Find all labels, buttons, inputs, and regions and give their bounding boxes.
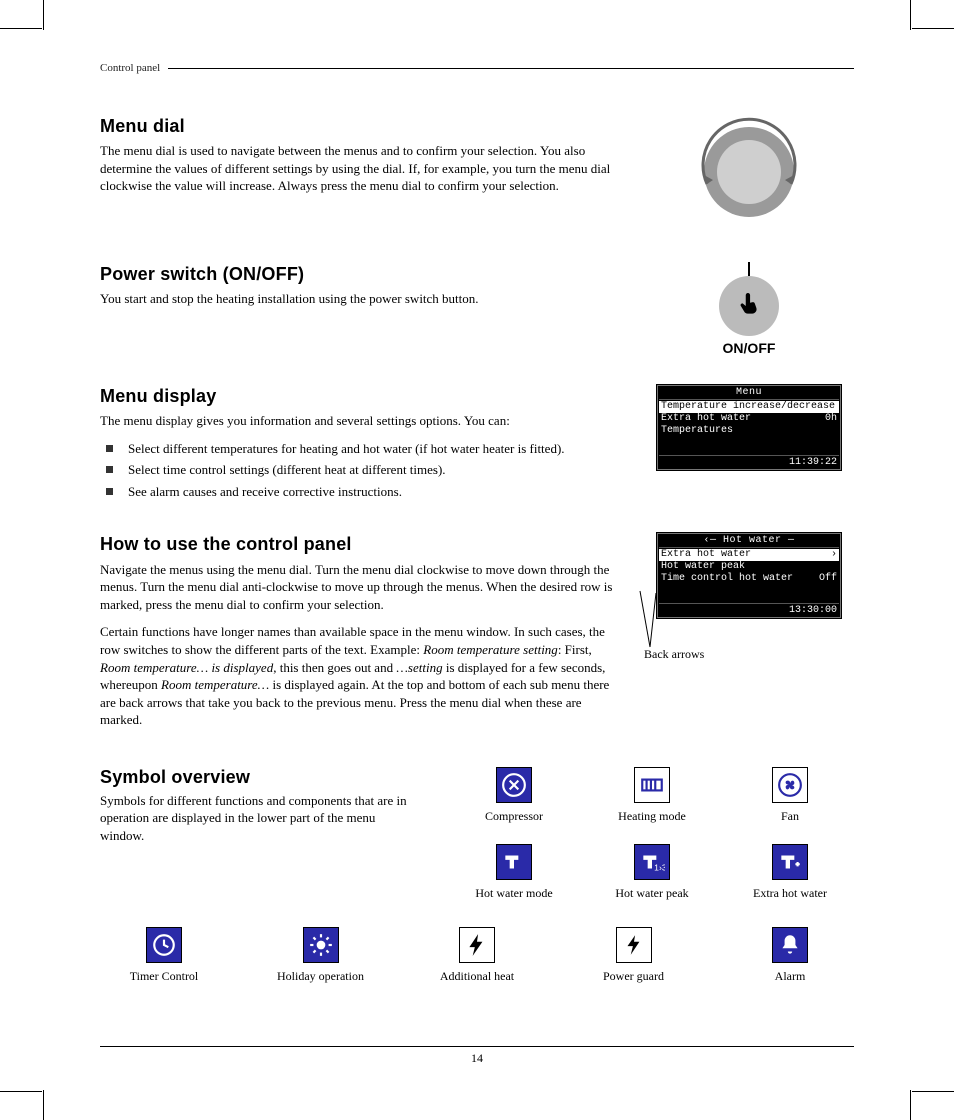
howto-p1: Navigate the menus using the menu dial. … [100, 561, 614, 614]
crop-mark [0, 28, 42, 29]
symbol-hot-water-peak: 1›3 Hot water peak [588, 844, 716, 901]
bell-icon [772, 927, 808, 963]
body-power-switch: You start and stop the heating installat… [100, 290, 614, 308]
touch-icon [736, 293, 762, 319]
heading-how-to: How to use the control panel [100, 532, 614, 556]
symbol-extra-hot-water: Extra hot water [726, 844, 854, 901]
tap-peak-icon: 1›3 [634, 844, 670, 880]
section-menu-display: Menu display The menu display gives you … [100, 384, 854, 504]
lcd-hotwater: ‹— Hot water — Extra hot water› Hot wate… [656, 532, 842, 619]
tap-icon [496, 844, 532, 880]
crop-mark [910, 0, 911, 30]
clock-icon [146, 927, 182, 963]
heading-menu-display: Menu display [100, 384, 614, 408]
lcd-title: Menu [659, 387, 839, 400]
onoff-label: ON/OFF [644, 340, 854, 356]
section-menu-dial: Menu dial The menu dial is used to navig… [100, 114, 854, 234]
menu-dial-figure [689, 114, 809, 234]
crop-mark [912, 28, 954, 29]
section-power-switch: Power switch (ON/OFF) You start and stop… [100, 262, 854, 356]
lcd-row: Hot water peak [659, 561, 839, 573]
symbol-hot-water-mode: Hot water mode [450, 844, 578, 901]
list-item: Select different temperatures for heatin… [100, 440, 614, 458]
back-arrows-note: Back arrows [644, 647, 854, 662]
heading-power-switch: Power switch (ON/OFF) [100, 262, 614, 286]
list-item: See alarm causes and receive corrective … [100, 483, 614, 501]
crop-mark [43, 1090, 44, 1120]
body-menu-dial: The menu dial is used to navigate betwee… [100, 142, 614, 195]
crop-mark [912, 1091, 954, 1092]
lcd-time: 13:30:00 [659, 603, 839, 616]
content-area: Control panel Menu dial The menu dial is… [100, 62, 854, 1060]
page-sheet: Control panel Menu dial The menu dial is… [0, 0, 954, 1120]
intro-menu-display: The menu display gives you information a… [100, 412, 614, 430]
symbol-timer-control: Timer Control [100, 927, 228, 984]
fan-icon [772, 767, 808, 803]
running-head-text: Control panel [100, 62, 160, 74]
radiator-icon [634, 767, 670, 803]
power-button-figure [719, 276, 779, 336]
svg-text:1›3: 1›3 [654, 862, 665, 872]
running-head-rule [168, 68, 854, 69]
heading-menu-dial: Menu dial [100, 114, 614, 138]
crop-mark [43, 0, 44, 30]
section-how-to: How to use the control panel Navigate th… [100, 532, 854, 738]
lcd-row: Temperatures [659, 425, 839, 437]
compressor-icon [496, 767, 532, 803]
lcd-title: ‹— Hot water — [659, 535, 839, 548]
list-item: Select time control settings (different … [100, 461, 614, 479]
body-symbols: Symbols for different functions and comp… [100, 792, 420, 845]
menu-display-list: Select different temperatures for heatin… [100, 440, 614, 501]
symbol-holiday: Holiday operation [257, 927, 385, 984]
page-footer: 14 [100, 1046, 854, 1066]
power-led-mark [748, 262, 750, 276]
symbol-fan: Fan [726, 767, 854, 824]
lcd-row: Extra hot water› [659, 549, 839, 561]
tap-plus-icon [772, 844, 808, 880]
lcd-menu: Menu Temperature increase/decrease Extra… [656, 384, 842, 471]
heading-symbols: Symbol overview [100, 767, 420, 788]
symbol-alarm: Alarm [726, 927, 854, 984]
symbol-heating-mode: Heating mode [588, 767, 716, 824]
page-number: 14 [471, 1051, 483, 1065]
flash-box-icon [616, 927, 652, 963]
lcd-time: 11:39:22 [659, 455, 839, 468]
sun-icon [303, 927, 339, 963]
crop-mark [910, 1090, 911, 1120]
howto-p2: Certain functions have longer names than… [100, 623, 614, 728]
symbol-power-guard: Power guard [570, 927, 698, 984]
lcd-row: Extra hot water0h [659, 413, 839, 425]
callout-lines-icon [620, 585, 660, 655]
flash-icon [459, 927, 495, 963]
symbol-additional-heat: Additional heat [413, 927, 541, 984]
section-symbols: Symbol overview Symbols for different fu… [100, 767, 854, 1004]
symbol-compressor: Compressor [450, 767, 578, 824]
lcd-row: Temperature increase/decrease [659, 401, 839, 413]
running-head: Control panel [100, 62, 854, 74]
lcd-row: Time control hot waterOff [659, 573, 839, 585]
crop-mark [0, 1091, 42, 1092]
